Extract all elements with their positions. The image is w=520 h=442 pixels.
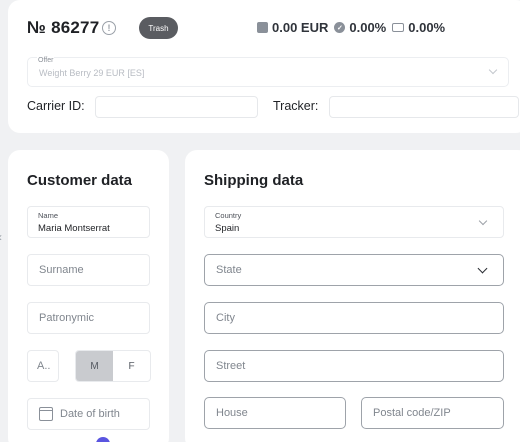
patronymic-field[interactable]: Patronymic bbox=[27, 302, 150, 334]
name-label: Name bbox=[38, 211, 59, 220]
country-label: Country bbox=[215, 211, 242, 220]
surname-field[interactable]: Surname bbox=[27, 254, 150, 286]
calendar-icon bbox=[39, 407, 53, 421]
check-circle-icon: ✓ bbox=[334, 22, 346, 33]
info-icon[interactable]: ! bbox=[102, 21, 116, 35]
stat-cash-value: 0.00% bbox=[408, 20, 446, 35]
postal-placeholder: Postal code/ZIP bbox=[373, 407, 451, 419]
age-field[interactable]: A.. bbox=[27, 350, 59, 382]
offer-value: Weight Berry 29 EUR [ES] bbox=[39, 68, 145, 78]
name-value: Maria Montserrat bbox=[38, 223, 110, 234]
order-header-card: № 86277 ! Trash 0.00 EUR ✓ 0.00% 0.00% O… bbox=[8, 0, 520, 133]
gender-option-m[interactable]: M bbox=[76, 351, 113, 381]
date-of-birth-field[interactable]: Date of birth bbox=[27, 398, 150, 430]
street-field[interactable]: Street bbox=[204, 350, 504, 382]
tracker-label: Tracker: bbox=[273, 99, 319, 113]
stat-revenue-value: 0.00 EUR bbox=[272, 20, 329, 35]
house-field[interactable]: House bbox=[204, 397, 346, 429]
age-placeholder: A.. bbox=[37, 360, 51, 372]
offer-label: Offer bbox=[37, 57, 55, 64]
surname-placeholder: Surname bbox=[39, 264, 84, 276]
order-number: № 86277 bbox=[27, 18, 100, 37]
carrier-id-input[interactable] bbox=[95, 96, 258, 118]
wallet-icon bbox=[257, 22, 268, 33]
offer-select[interactable]: Offer Weight Berry 29 EUR [ES] bbox=[27, 57, 509, 87]
street-placeholder: Street bbox=[216, 360, 246, 372]
stat-approval-value: 0.00% bbox=[349, 20, 387, 35]
order-stats: 0.00 EUR ✓ 0.00% 0.00% bbox=[257, 20, 451, 35]
patronymic-placeholder: Patronymic bbox=[39, 312, 95, 324]
customer-data-title: Customer data bbox=[27, 172, 133, 189]
state-select[interactable]: State bbox=[204, 254, 504, 286]
gender-option-f[interactable]: F bbox=[113, 351, 150, 381]
tracker-input[interactable] bbox=[329, 96, 519, 118]
stat-cash: 0.00% bbox=[392, 20, 445, 35]
stat-approval: ✓ 0.00% bbox=[334, 20, 386, 35]
chevron-down-icon bbox=[477, 263, 488, 274]
country-select[interactable]: Country Spain bbox=[204, 206, 504, 238]
dob-placeholder: Date of birth bbox=[60, 408, 120, 420]
house-placeholder: House bbox=[216, 407, 248, 419]
name-field[interactable]: Name Maria Montserrat bbox=[27, 206, 150, 238]
stat-revenue: 0.00 EUR bbox=[257, 20, 328, 35]
carrier-id-label: Carrier ID: bbox=[27, 99, 85, 113]
state-placeholder: State bbox=[216, 264, 242, 276]
shipping-data-title: Shipping data bbox=[204, 172, 304, 189]
country-value: Spain bbox=[215, 223, 240, 234]
chevron-down-icon bbox=[478, 216, 488, 226]
city-field[interactable]: City bbox=[204, 302, 504, 334]
city-placeholder: City bbox=[216, 312, 235, 324]
gender-toggle: M F bbox=[75, 350, 151, 382]
chevron-down-icon bbox=[488, 65, 498, 75]
postal-code-field[interactable]: Postal code/ZIP bbox=[361, 397, 504, 429]
cash-icon bbox=[392, 23, 405, 32]
collapse-left-icon[interactable]: ‹ bbox=[0, 230, 2, 244]
status-badge[interactable]: Trash bbox=[139, 17, 178, 39]
